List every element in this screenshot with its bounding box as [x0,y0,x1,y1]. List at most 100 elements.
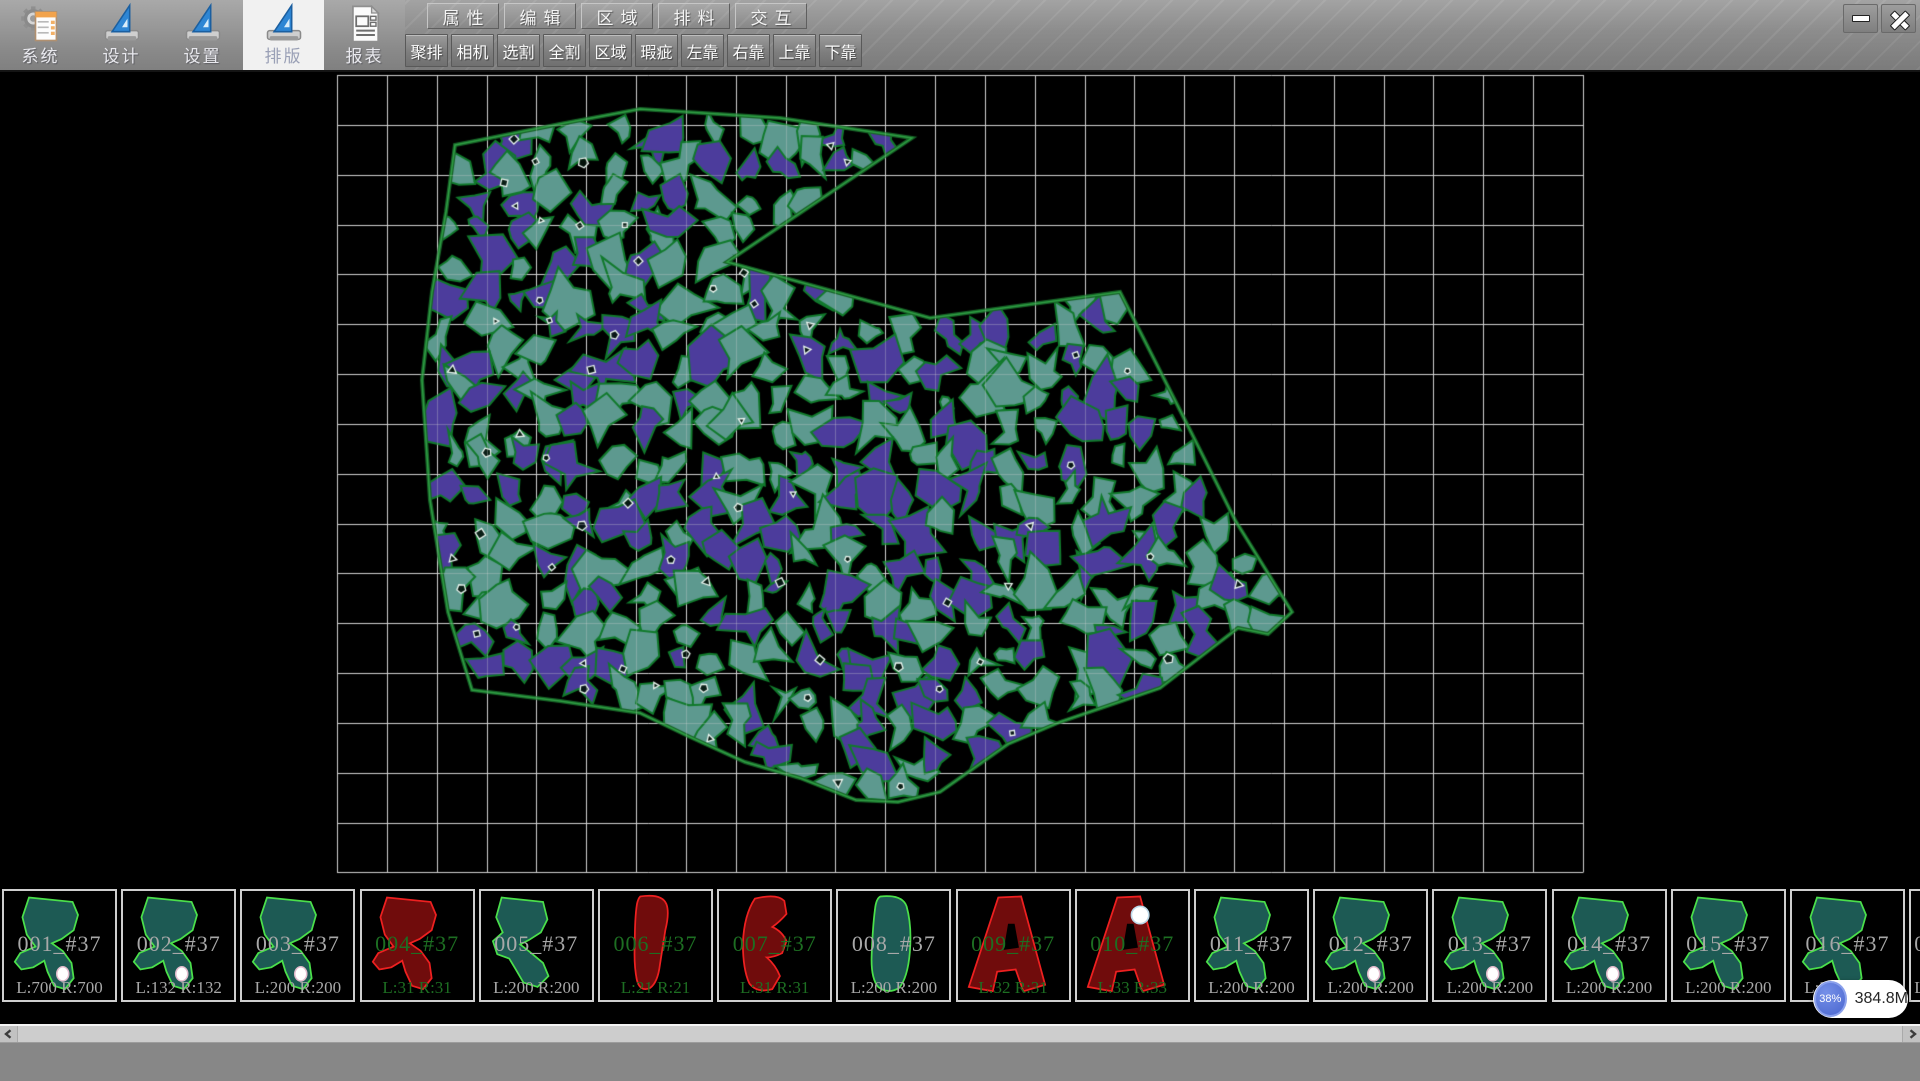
piece-thumbnail-11[interactable]: 011_#37 L:200 R:200 [1194,889,1309,1002]
piece-thumbnail-13[interactable]: 013_#37 L:200 R:200 [1432,889,1547,1002]
layout-ruler-icon [262,2,306,46]
piece-thumbnail-1[interactable]: 001_#37 L:700 R:700 [2,889,117,1002]
piece-lr-label: L:200 R:200 [1196,978,1307,998]
main-button-group: 系统 设计 设置排版报表 [0,0,405,70]
main-button-label: 设置 [184,46,222,68]
piece-id-label: 007_#37 [719,931,830,957]
menu-tab-4[interactable]: 排料 [658,3,730,29]
piece-lr-label: L:200 R:200 [242,978,353,998]
piece-thumbnail-5[interactable]: 005_#37L:200 R:200 [479,889,594,1002]
piece-thumbnail-4[interactable]: 004_#37 L:31 R:31 [360,889,475,1002]
memory-usage-badge[interactable]: 38% 384.8M [1813,980,1908,1018]
piece-thumbnail-strip: 001_#37 L:700 R:700 002_#37 L:132 R:132 003_… [0,887,1920,1004]
window-controls [1843,4,1916,33]
piece-lr-label: L:32 R:31 [958,978,1069,998]
piece-id-label: 0 [1911,931,1920,957]
main-button-3[interactable]: 设置 [162,0,243,70]
action-button-5[interactable]: 区域 [589,34,632,67]
scroll-right-button[interactable] [1902,1026,1920,1042]
action-button-2[interactable]: 相机 [451,34,494,67]
system-gear-icon [19,2,63,46]
piece-lr-label: L:2 [1911,978,1920,998]
main-button-label: 设计 [103,46,141,68]
menu-tab-1[interactable]: 属性 [427,3,499,29]
action-button-4[interactable]: 全割 [543,34,586,67]
piece-lr-label: L:31 R:31 [362,978,473,998]
design-ruler-icon [100,2,144,46]
report-document-icon [343,2,387,46]
piece-lr-label: L:200 R:200 [1673,978,1784,998]
piece-lr-label: L:200 R:200 [1554,978,1665,998]
piece-id-label: 009_#37 [958,931,1069,957]
main-button-5[interactable]: 报表 [324,0,405,70]
piece-thumbnail-8[interactable]: 008_#37 L:200 R:200 [836,889,951,1002]
memory-percent-label: 38% [1819,993,1841,1005]
nesting-workspace-canvas[interactable] [0,72,1920,887]
piece-id-label: 002_#37 [123,931,234,957]
chevron-left-icon [3,1028,15,1040]
piece-lr-label: L:200 R:200 [838,978,949,998]
piece-lr-label: L:700 R:700 [4,978,115,998]
piece-lr-label: L:33 R:33 [1077,978,1188,998]
close-icon [1890,10,1908,28]
piece-id-label: 001_#37 [4,931,115,957]
piece-thumbnail-17[interactable]: 0 L:2 [1909,889,1920,1002]
piece-id-label: 003_#37 [242,931,353,957]
action-button-10[interactable]: 下靠 [819,34,862,67]
piece-thumbnail-6[interactable]: 006_#37 L:21 R:21 [598,889,713,1002]
piece-id-label: 006_#37 [600,931,711,957]
piece-id-label: 004_#37 [362,931,473,957]
menu-tab-3[interactable]: 区域 [581,3,653,29]
piece-thumbnail-3[interactable]: 003_#37 L:200 R:200 [240,889,355,1002]
piece-lr-label: L:200 R:200 [481,978,592,998]
piece-thumbnail-2[interactable]: 002_#37 L:132 R:132 [121,889,236,1002]
piece-thumbnail-9[interactable]: 009_#37 L:32 R:31 [956,889,1071,1002]
system-gear-icon [19,2,63,46]
toolbar: 系统设计设置排版报表 属性编辑区域排料交互 聚排相机选割全割区域瑕疵左靠右靠上靠… [0,0,1920,72]
menu-tab-row: 属性编辑区域排料交互 [427,3,807,30]
piece-id-label: 013_#37 [1434,931,1545,957]
action-button-3[interactable]: 选割 [497,34,540,67]
action-button-6[interactable]: 瑕疵 [635,34,678,67]
main-button-label: 报表 [346,46,384,68]
main-button-1[interactable]: 系统 [0,0,81,70]
main-button-label: 系统 [22,46,60,68]
piece-id-label: 014_#37 [1554,931,1665,957]
action-button-1[interactable]: 聚排 [405,34,448,67]
piece-id-label: 008_#37 [838,931,949,957]
piece-thumbnail-10[interactable]: 010_#37L:33 R:33 [1075,889,1190,1002]
piece-id-label: 015_#37 [1673,931,1784,957]
piece-thumbnail-15[interactable]: 015_#37 L:200 R:200 [1671,889,1786,1002]
piece-id-label: 011_#37 [1196,931,1307,957]
piece-lr-label: L:21 R:21 [600,978,711,998]
chevron-right-icon [1906,1028,1918,1040]
memory-percent-indicator: 38% [1814,981,1847,1017]
piece-lr-label: L:132 R:132 [123,978,234,998]
horizontal-scrollbar[interactable] [0,1024,1920,1042]
minimize-button[interactable] [1843,4,1878,33]
design-ruler-icon [100,2,144,46]
piece-thumbnail-14[interactable]: 014_#37 L:200 R:200 [1552,889,1667,1002]
main-button-4[interactable]: 排版 [243,0,324,70]
piece-lr-label: L:31 R:31 [719,978,830,998]
action-button-9[interactable]: 上靠 [773,34,816,67]
memory-size-label: 384.8M [1855,990,1908,1008]
action-button-8[interactable]: 右靠 [727,34,770,67]
piece-id-label: 012_#37 [1315,931,1426,957]
close-button[interactable] [1881,4,1916,33]
piece-thumbnail-7[interactable]: 007_#37 L:31 R:31 [717,889,832,1002]
menu-tab-2[interactable]: 编辑 [504,3,576,29]
menu-tab-5[interactable]: 交互 [735,3,807,29]
status-bar [0,1042,1920,1081]
main-button-2[interactable]: 设计 [81,0,162,70]
piece-lr-label: L:200 R:200 [1434,978,1545,998]
piece-id-label: 016_#37 [1792,931,1903,957]
piece-thumbnail-12[interactable]: 012_#37 L:200 R:200 [1313,889,1428,1002]
settings-ruler-icon [181,2,225,46]
scroll-left-button[interactable] [0,1026,18,1042]
action-button-7[interactable]: 左靠 [681,34,724,67]
settings-ruler-icon [181,2,225,46]
piece-lr-label: L:200 R:200 [1315,978,1426,998]
action-button-row: 聚排相机选割全割区域瑕疵左靠右靠上靠下靠 [405,34,862,67]
report-document-icon [343,2,387,46]
